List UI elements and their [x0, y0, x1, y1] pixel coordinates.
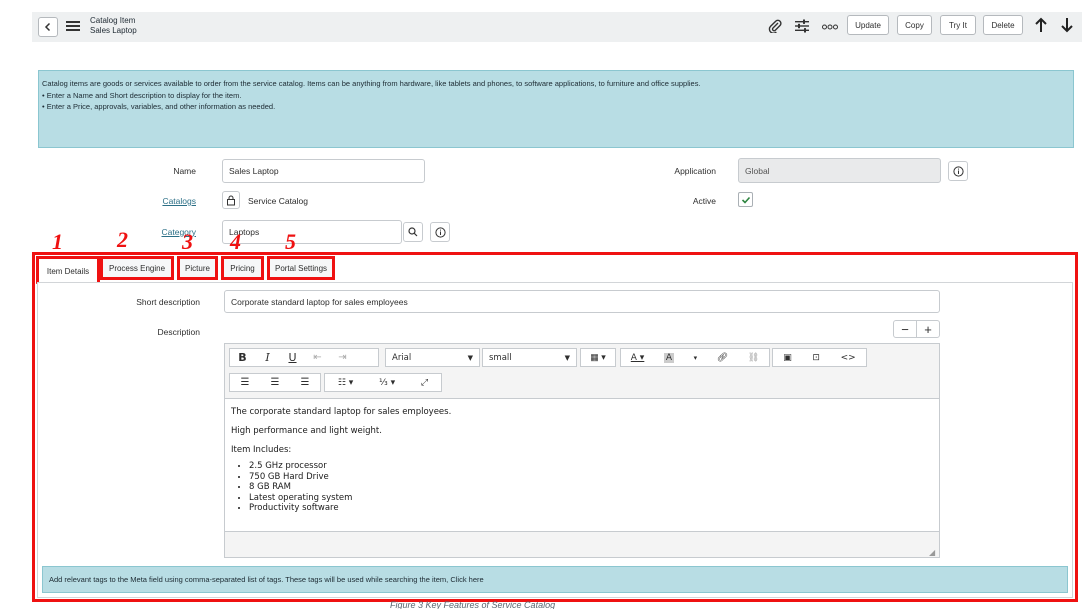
update-button[interactable]: Update — [847, 15, 889, 35]
align-center-icon[interactable]: ☰ — [271, 377, 280, 388]
align-left-icon[interactable]: ☰ — [241, 377, 250, 388]
code-icon[interactable]: <> — [841, 353, 856, 363]
record-title: Catalog Item Sales Laptop — [90, 16, 137, 36]
short-description-label: Short description — [136, 297, 200, 307]
annotation-5: 5 — [285, 229, 296, 254]
more-icon[interactable] — [822, 22, 838, 32]
arrow-up-icon[interactable] — [1034, 17, 1048, 35]
list-item: 2.5 GHz processor — [249, 461, 933, 472]
numbered-list-icon[interactable]: ⅓ ▾ — [379, 378, 395, 388]
search-icon — [408, 227, 418, 237]
checkmark-icon — [741, 196, 750, 204]
annotation-4: 4 — [230, 229, 241, 254]
bold-icon[interactable]: B — [230, 351, 255, 364]
media-icon[interactable]: ⊡ — [812, 353, 820, 363]
item-includes-list: 2.5 GHz processor 750 GB Hard Drive 8 GB… — [249, 461, 933, 514]
short-description-field[interactable]: Corporate standard laptop for sales empl… — [224, 290, 940, 313]
editor-line: Item Includes: — [231, 445, 292, 455]
bullet-list-icon[interactable]: ☷ ▾ — [338, 378, 353, 388]
delete-button[interactable]: Delete — [983, 15, 1023, 35]
info-bullet: • Enter a Price, approvals, variables, a… — [42, 102, 276, 111]
annotation-2: 2 — [117, 227, 128, 252]
info-icon — [434, 226, 446, 238]
list-item: 8 GB RAM — [249, 482, 933, 493]
chevron-down-icon[interactable]: ▾ — [694, 354, 698, 362]
category-search-button[interactable] — [403, 222, 423, 242]
font-size-select[interactable]: small ▼ — [482, 348, 577, 367]
fullscreen-icon[interactable]: ⤢ — [421, 378, 428, 388]
back-button[interactable] — [38, 17, 58, 37]
table-icon: ▦ ▾ — [590, 352, 606, 362]
table-button[interactable]: ▦ ▾ — [580, 348, 616, 367]
minus-icon[interactable]: − — [894, 321, 917, 337]
catalogs-value: Service Catalog — [248, 196, 309, 206]
lock-button[interactable] — [222, 191, 240, 209]
align-right-icon[interactable]: ☰ — [301, 377, 310, 388]
plus-icon[interactable]: + — [917, 321, 939, 337]
back-icon — [44, 22, 51, 32]
description-label: Description — [157, 327, 200, 337]
settings-sliders-icon[interactable] — [795, 19, 809, 35]
info-line: Catalog items are goods or services avai… — [42, 79, 701, 88]
menu-icon[interactable] — [66, 20, 80, 34]
underline-icon[interactable]: U — [280, 351, 305, 364]
list-group: ☷ ▾ ⅓ ▾ ⤢ — [324, 373, 442, 392]
chevron-down-icon: ▼ — [564, 353, 570, 362]
meta-hint-message[interactable]: Add relevant tags to the Meta field usin… — [42, 566, 1068, 593]
annotation-1: 1 — [52, 229, 63, 254]
catalogs-label[interactable]: Catalogs — [120, 196, 196, 206]
undo-icon[interactable]: ⇤ — [305, 352, 330, 363]
info-message: Catalog items are goods or services avai… — [38, 70, 1074, 148]
format-group: B I U ⇤ ⇥ — [229, 348, 379, 367]
editor-line: The corporate standard laptop for sales … — [231, 407, 452, 417]
unlink-icon[interactable]: ⛓ — [748, 353, 759, 363]
info-bullet: • Enter a Name and Short description to … — [42, 90, 242, 100]
font-size-value: small — [489, 352, 512, 363]
try-it-button[interactable]: Try It — [940, 15, 976, 35]
tab-picture[interactable]: Picture — [177, 256, 218, 280]
lock-icon — [227, 195, 235, 205]
editor-line: High performance and light weight. — [231, 426, 382, 436]
editor-content[interactable]: The corporate standard laptop for sales … — [225, 398, 939, 532]
image-icon[interactable]: ▣ — [783, 353, 792, 363]
tab-item-details[interactable]: Item Details — [36, 256, 100, 284]
active-label: Active — [692, 196, 716, 206]
tab-pricing[interactable]: Pricing — [221, 256, 264, 280]
insert-group: ▣ ⊡ <> — [772, 348, 867, 367]
name-field[interactable]: Sales Laptop — [222, 159, 425, 183]
list-item: Latest operating system — [249, 493, 933, 504]
field-size-controls: − + — [893, 320, 940, 338]
resize-handle-icon[interactable]: ◢ — [929, 548, 935, 557]
list-item: 750 GB Hard Drive — [249, 472, 933, 483]
tab-process-engine[interactable]: Process Engine — [100, 256, 174, 280]
application-info-button[interactable] — [948, 161, 968, 181]
name-label: Name — [173, 166, 196, 176]
list-item: Productivity software — [249, 503, 933, 514]
copy-button[interactable]: Copy — [897, 15, 932, 35]
arrow-down-icon[interactable] — [1060, 17, 1074, 35]
info-icon — [952, 165, 964, 177]
application-field: Global — [738, 158, 941, 183]
figure-caption: Figure 3 Key Features of Service Catalog — [390, 600, 556, 609]
background-color-icon[interactable]: A — [663, 352, 675, 363]
align-group: ☰ ☰ ☰ — [229, 373, 321, 392]
tab-portal-settings[interactable]: Portal Settings — [267, 256, 335, 280]
text-color-icon[interactable]: A ▾ — [631, 353, 645, 363]
record-type: Catalog Item — [90, 16, 136, 25]
link-icon[interactable]: 🔗︎ — [717, 353, 728, 363]
active-checkbox[interactable] — [738, 192, 753, 207]
font-family-select[interactable]: Arial ▼ — [385, 348, 480, 367]
application-label: Application — [674, 166, 716, 176]
attachment-icon[interactable] — [768, 19, 782, 35]
color-link-group: A ▾ A ▾ 🔗︎ ⛓ — [620, 348, 770, 367]
chevron-down-icon: ▼ — [467, 353, 473, 362]
category-field[interactable]: Laptops — [222, 220, 402, 244]
category-info-button[interactable] — [430, 222, 450, 242]
font-family-value: Arial — [392, 352, 412, 363]
annotation-3: 3 — [182, 229, 193, 254]
record-name: Sales Laptop — [90, 26, 137, 35]
redo-icon[interactable]: ⇥ — [330, 352, 355, 363]
italic-icon[interactable]: I — [255, 351, 280, 364]
